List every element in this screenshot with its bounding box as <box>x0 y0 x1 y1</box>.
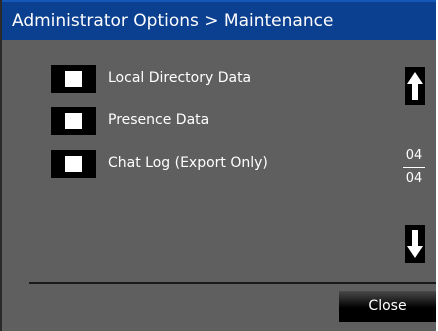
presence-data-label: Presence Data <box>108 112 210 128</box>
arrow-up-icon <box>407 72 423 100</box>
title-bar: Administrator Options > Maintenance <box>2 0 436 40</box>
local-directory-data-label: Local Directory Data <box>108 70 252 86</box>
page-title: Administrator Options > Maintenance <box>12 11 334 31</box>
chat-log-label: Chat Log (Export Only) <box>108 155 268 171</box>
total-pages-number: 04 <box>405 171 423 186</box>
checkbox-box-icon <box>65 113 82 129</box>
current-page-number: 04 <box>405 148 423 163</box>
local-directory-data-checkbox[interactable] <box>51 65 96 93</box>
arrow-down-icon <box>407 230 423 258</box>
chat-log-checkbox[interactable] <box>51 150 96 178</box>
checkbox-box-icon <box>65 156 82 172</box>
maintenance-screen: Administrator Options > Maintenance Loca… <box>0 0 436 331</box>
presence-data-checkbox[interactable] <box>51 107 96 135</box>
close-button[interactable]: Close <box>339 291 436 322</box>
page-indicator: 04 04 <box>397 148 431 187</box>
checkbox-box-icon <box>65 71 82 87</box>
scroll-up-button[interactable] <box>405 67 425 105</box>
scroll-down-button[interactable] <box>405 225 425 263</box>
footer-divider <box>29 282 436 284</box>
page-divider <box>403 167 425 168</box>
